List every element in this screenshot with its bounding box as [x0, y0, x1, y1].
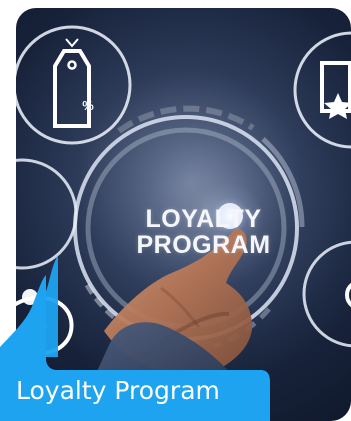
hero-title-line-2: PROGRAM [136, 231, 271, 259]
loyalty-program-card[interactable]: % LOYALTY PROGRAM Loyalty Program [0, 0, 351, 421]
hero-title-line-1: LOYALTY [145, 205, 262, 233]
price-tag-percent-text: % [82, 98, 94, 113]
card-title: Loyalty Program [16, 376, 220, 405]
